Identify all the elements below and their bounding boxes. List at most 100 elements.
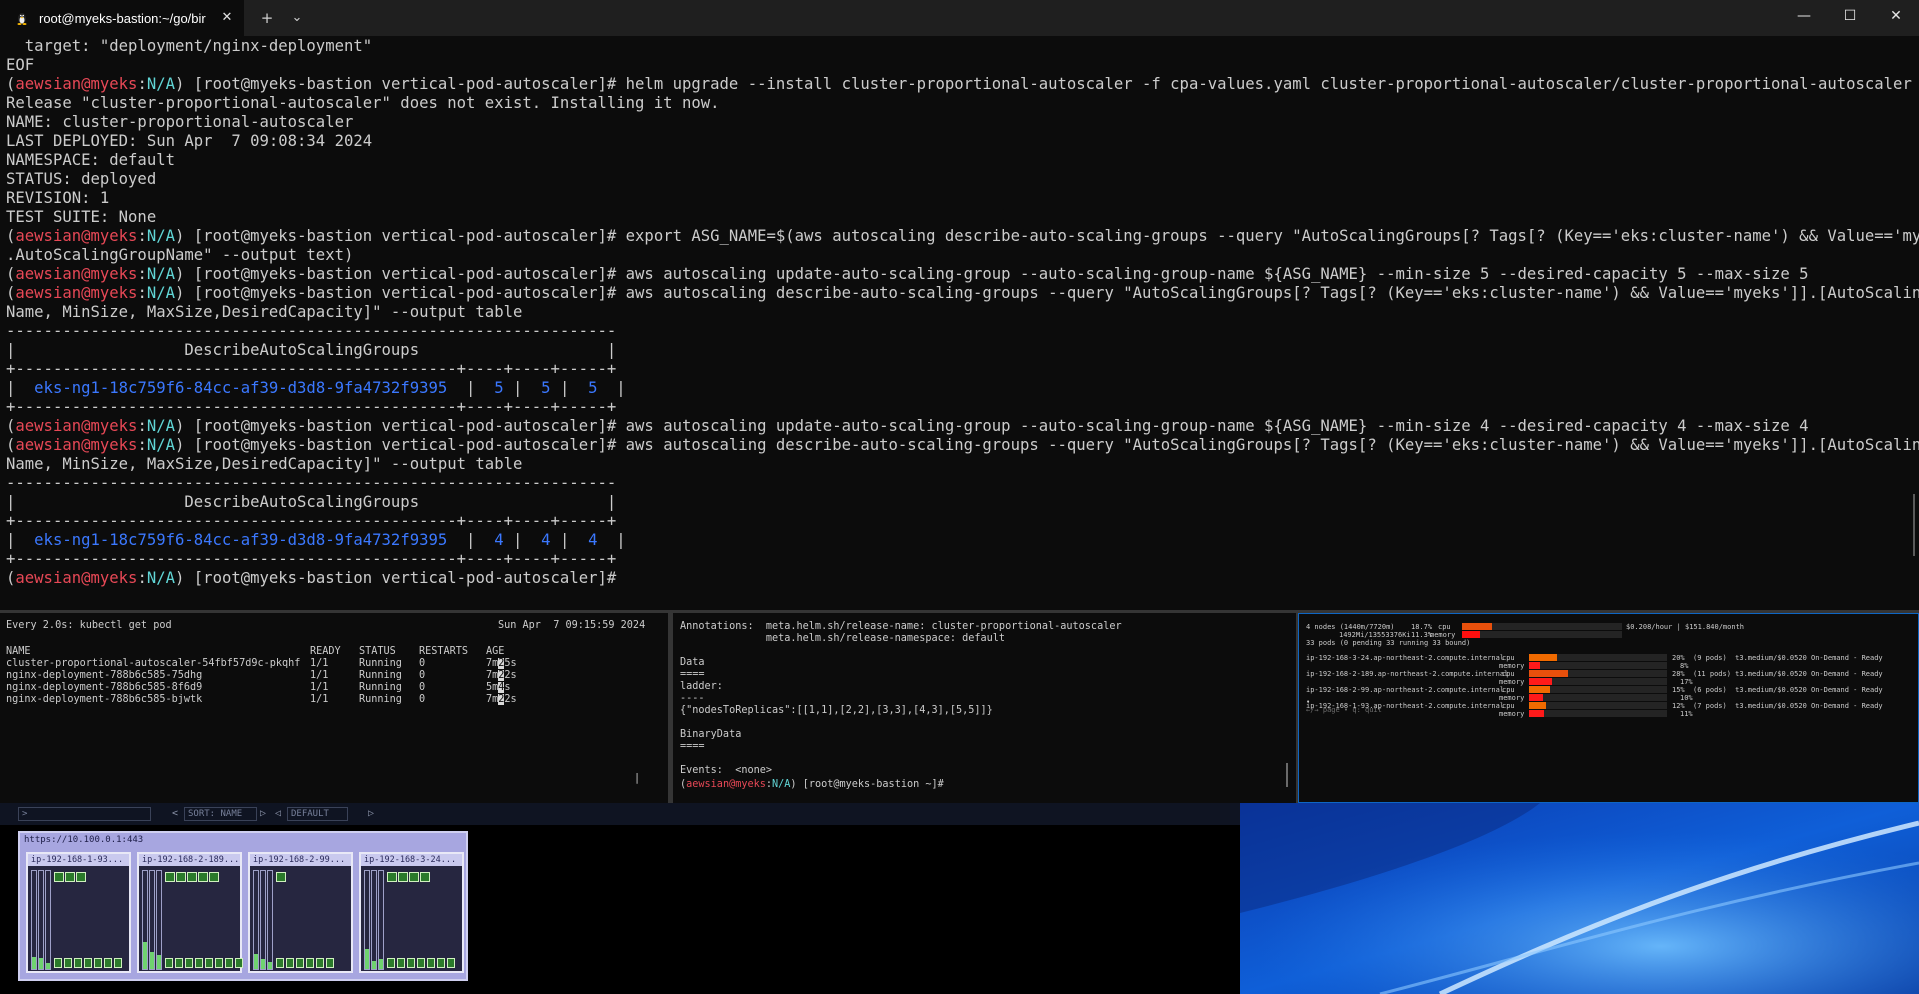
pod-square[interactable] [409,872,419,882]
pod-square[interactable] [420,872,430,882]
sort-selector[interactable]: SORT: NAME [184,807,257,821]
pod-square[interactable] [306,958,314,968]
close-tab-icon[interactable]: ✕ [218,9,236,27]
pod-square[interactable] [235,958,243,968]
pod-square[interactable] [185,958,193,968]
pod-square[interactable] [175,958,183,968]
pod-square[interactable] [195,958,203,968]
terminal-tab[interactable]: root@myeks-bastion:~/go/bir ✕ [0,0,244,36]
memory-gauge [260,870,266,970]
gauge-fill [261,959,265,969]
pod-square[interactable] [215,958,223,968]
pod-ready: 1/1 [310,694,329,705]
terminal-text: NAME: cluster-proportional-autoscaler [6,113,354,131]
cluster-box[interactable]: https://10.100.0.1:443 ip-192-168-1-93..… [18,831,468,981]
pod-square[interactable] [276,872,286,882]
new-tab-button[interactable]: + [253,6,281,30]
pod-square[interactable] [74,958,82,968]
cluster-node[interactable]: ip-192-168-1-93... [26,852,131,973]
prompt-user: aewsian@myeks [15,284,138,302]
terminal-scrollbar[interactable] [1913,494,1915,556]
node-mem-fill [1529,678,1553,685]
node-mem-bar [1529,710,1667,717]
pod-square[interactable] [316,958,324,968]
pod-square[interactable] [165,958,173,968]
summary-mem-pct: 11.3% [1411,631,1433,639]
pod-square[interactable] [205,958,213,968]
watch-pane[interactable]: Every 2.0s: kubectl get pod Sun Apr 7 09… [0,613,668,803]
node-info: (11 pods) t3.medium/$0.0520 On-Demand - … [1693,670,1883,678]
node-cpu-label: cpu [1502,702,1515,710]
node-viewer-pane[interactable]: 4 nodes (1440m/7720m) 18.7% cpu 1492Mi/1… [1298,613,1919,803]
pod-square[interactable] [94,958,102,968]
tab-dropdown-button[interactable]: ⌄ [283,6,311,30]
pod-square[interactable] [54,872,64,882]
cluster-visualizer[interactable]: > < SORT: NAME ▷ ◁ DEFAULT ▷ https://10.… [0,803,1240,994]
node-name: ip-192-168-3-24.ap-northeast-2.compute.i… [1306,654,1505,662]
pod-square[interactable] [437,958,445,968]
terminal-line: +---------------------------------------… [6,512,616,531]
terminal-line: Release "cluster-proportional-autoscaler… [6,94,720,113]
pod-square[interactable] [387,872,397,882]
pod-age-part: s [504,682,511,693]
pane-scrollbar[interactable] [1286,763,1288,787]
pod-square[interactable] [407,958,415,968]
terminal-line: (aewsian@myeks:N/A) [root@myeks-bastion … [6,569,616,588]
pod-square[interactable] [397,958,405,968]
pod-square[interactable] [326,958,334,968]
pod-square[interactable] [54,958,62,968]
sort-prev-button[interactable]: < [172,807,178,821]
pod-square[interactable] [84,958,92,968]
pod-square[interactable] [417,958,425,968]
wallpaper-image [1240,803,1919,994]
pod-square[interactable] [65,872,75,882]
sort-next-button[interactable]: ▷ [260,807,266,821]
pod-square[interactable] [447,958,455,968]
terminal-text: +---------------------------------------… [6,512,617,530]
terminal-line: (aewsian@myeks:N/A) [root@myeks-bastion … [6,436,1919,455]
pod-square[interactable] [225,958,233,968]
pane-divider-v1[interactable] [668,613,673,803]
terminal-text: STATUS: deployed [6,170,157,188]
pod-square[interactable] [427,958,435,968]
namespace-selector[interactable]: DEFAULT [287,807,348,821]
minimize-button[interactable]: — [1781,0,1827,32]
configmap-line: Data [680,657,705,668]
filter-input[interactable]: > [18,807,151,821]
gauge-fill [32,957,36,969]
pod-square[interactable] [387,958,395,968]
pod-square[interactable] [76,872,86,882]
pod-square[interactable] [114,958,122,968]
cluster-node-title: ip-192-168-1-93... [28,854,129,866]
node-cpu-fill [1529,654,1557,661]
terminal-text: | DescribeAutoScalingGroups | [6,493,617,511]
terminal-text: ) [root@myeks-bastion vertical-pod-autos… [175,75,1912,93]
pod-square[interactable] [296,958,304,968]
pod-square[interactable] [209,872,219,882]
pod-square[interactable] [104,958,112,968]
namespace-prev-button[interactable]: ◁ [275,807,281,821]
pod-square[interactable] [165,872,175,882]
terminal-text: ) [root@myeks-bastion vertical-pod-autos… [175,265,1809,283]
pod-square[interactable] [398,872,408,882]
terminal-line: | DescribeAutoScalingGroups | [6,493,616,512]
pod-square[interactable] [176,872,186,882]
pod-square[interactable] [187,872,197,882]
terminal-line: TEST SUITE: None [6,208,156,227]
cluster-node[interactable]: ip-192-168-2-99... [248,852,353,973]
summary-mem-label: memory [1430,631,1456,639]
pod-square[interactable] [276,958,284,968]
pod-square[interactable] [198,872,208,882]
cluster-node[interactable]: ip-192-168-3-24... [359,852,464,973]
terminal-line: +---------------------------------------… [6,550,616,569]
terminal-output[interactable]: target: "deployment/nginx-deployment" EOF… [0,36,1919,610]
configmap-pane[interactable]: (aewsian@myeks:N/A) [root@myeks-bastion … [674,613,1296,803]
maximize-button[interactable]: ☐ [1827,0,1873,32]
col-ready: READY [310,646,341,657]
pod-square[interactable] [286,958,294,968]
close-window-button[interactable]: ✕ [1873,0,1919,32]
pod-square[interactable] [64,958,72,968]
cluster-node[interactable]: ip-192-168-2-189... [137,852,243,973]
namespace-next-button[interactable]: ▷ [368,807,374,821]
terminal-text: : [137,417,147,435]
